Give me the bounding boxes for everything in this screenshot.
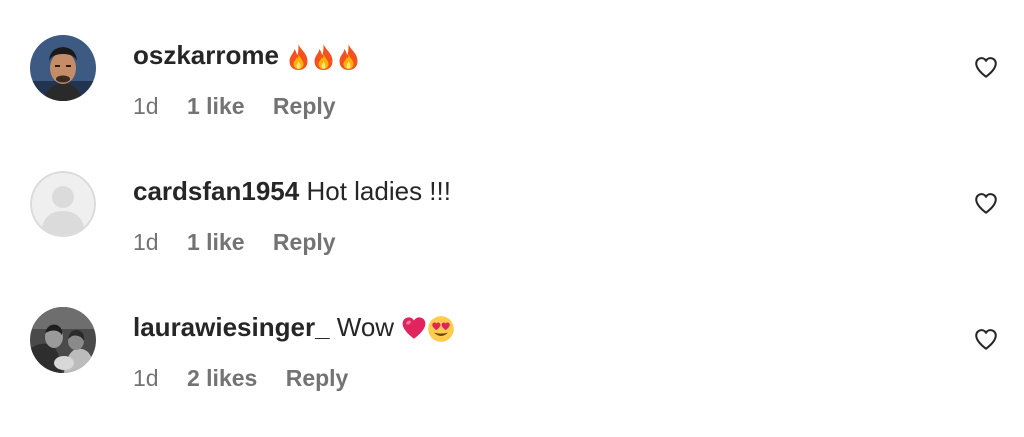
comment-item: laurawiesinger_ Wow 1d 2 likes Reply [0, 306, 1024, 406]
comment-meta: 1d 2 likes Reply [133, 363, 370, 393]
username[interactable]: cardsfan1954 [133, 176, 299, 206]
comment-body: Wow [336, 312, 395, 342]
timestamp: 1d [133, 93, 159, 119]
comment-text: oszkarrome [133, 37, 361, 79]
profile-photo-bw-icon [30, 307, 96, 373]
profile-photo-icon [30, 35, 96, 101]
like-heart-icon[interactable] [973, 54, 999, 80]
avatar[interactable] [30, 35, 96, 101]
username[interactable]: oszkarrome [133, 40, 279, 70]
comment-text: cardsfan1954 Hot ladies !!! [133, 173, 451, 209]
fire-emoji-icon [286, 43, 311, 79]
likes-count[interactable]: 2 likes [187, 365, 257, 391]
username[interactable]: laurawiesinger_ [133, 312, 330, 342]
avatar[interactable] [30, 307, 96, 373]
like-heart-icon[interactable] [973, 326, 999, 352]
reply-button[interactable]: Reply [286, 365, 349, 391]
comment-text: laurawiesinger_ Wow [133, 309, 455, 351]
timestamp: 1d [133, 229, 159, 255]
avatar[interactable] [30, 171, 96, 237]
fire-emoji-icon [336, 43, 361, 79]
likes-count[interactable]: 1 like [187, 229, 245, 255]
comment-meta: 1d 1 like Reply [133, 227, 358, 257]
reply-button[interactable]: Reply [273, 93, 336, 119]
comment-meta: 1d 1 like Reply [133, 91, 358, 121]
comment-item: cardsfan1954 Hot ladies !!! 1d 1 like Re… [0, 170, 1024, 270]
likes-count[interactable]: 1 like [187, 93, 245, 119]
timestamp: 1d [133, 365, 159, 391]
comment-item: oszkarrome 1d 1 like Reply [0, 34, 1024, 134]
reply-button[interactable]: Reply [273, 229, 336, 255]
comment-body: Hot ladies !!! [306, 176, 451, 206]
like-heart-icon[interactable] [973, 190, 999, 216]
heart-eyes-emoji-icon [427, 315, 455, 351]
comments-list: oszkarrome 1d 1 like Reply cardsfan1954 … [0, 0, 1024, 437]
default-avatar-icon [30, 171, 96, 237]
red-heart-emoji-icon [401, 315, 427, 351]
fire-emoji-icon [311, 43, 336, 79]
